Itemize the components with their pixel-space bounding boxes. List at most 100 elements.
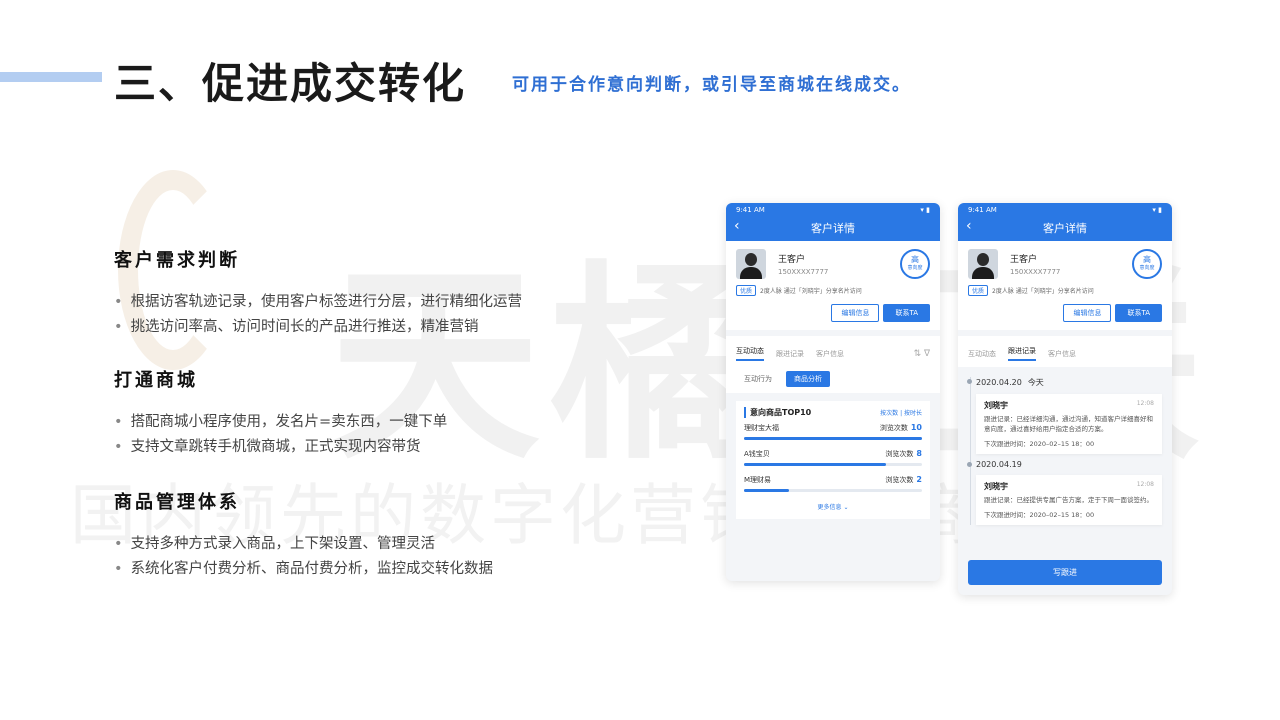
followup-author: 刘晓宇 [984,482,1008,491]
followup-card[interactable]: 刘晓宇 12:08 跟进记录：已经详细沟通，通过沟通，知道客户详细喜好和意向度，… [976,394,1162,454]
customer-card: 王客户 150XXXX7777 高 意向度 优质 2度人脉 通过「刘晓宇」分享名… [958,241,1172,330]
section-title: 客户需求判断 [114,250,240,271]
back-icon[interactable]: ‹ [966,218,972,234]
bullet-item: 系统化客户付费分析、商品付费分析，监控成交转化数据 [114,557,494,582]
bullet-item: 搭配商城小程序使用，发名片=卖东西，一键下单 [114,410,448,435]
contact-button[interactable]: 联系TA [883,304,930,322]
top-products-card: 意向商品TOP10 按次数 | 按时长 理财宝大福 浏览次数 10 A钱宝贝 浏览… [736,401,930,519]
next-followup: 下次跟进时间：2020–02–15 18：00 [984,440,1095,448]
timeline-date-text: 2020.04.19 [976,460,1022,469]
segment-control: 互动行为 商品分析 [726,367,940,393]
top-products-title: 意向商品TOP10 [750,408,812,417]
status-icons: ▾ ▮ [920,206,930,214]
tab-interaction[interactable]: 互动动态 [736,346,764,361]
phone-mockup-product-analysis: 9:41 AM ▾ ▮ ‹ 客户详情 王客户 150XXXX7777 高 意向度… [726,203,940,581]
view-count: 10 [910,423,922,432]
timeline-date: 2020.04.19 [967,460,1162,469]
view-count: 2 [916,475,922,484]
section-product-management: 商品管理体系 支持多种方式录入商品，上下架设置、管理灵活 系统化客户付费分析、商… [114,488,493,582]
tab-followup[interactable]: 跟进记录 [1008,346,1036,361]
count-label: 浏览次数 [885,450,914,458]
avatar [968,249,998,279]
section-title: 打通商城 [114,370,198,391]
count-label: 浏览次数 [885,476,914,484]
today-label: 今天 [1027,378,1044,387]
write-followup-button[interactable]: 写跟进 [968,560,1162,585]
section-customer-demand: 客户需求判断 根据访客轨迹记录，使用客户标签进行分层，进行精细化运营 挑选访问率… [114,246,522,340]
followup-timeline: 2020.04.20 今天 刘晓宇 12:08 跟进记录：已经详细沟通，通过沟通，… [958,367,1172,525]
followup-author: 刘晓宇 [984,401,1008,410]
tab-customer-info[interactable]: 客户信息 [816,349,844,359]
product-name: M理财易 [744,476,772,484]
nav-title: 客户详情 [1043,222,1087,235]
phone-mockup-followup: 9:41 AM ▾ ▮ ‹ 客户详情 王客户 150XXXX7777 高 意向度… [958,203,1172,595]
view-count: 8 [916,449,922,458]
customer-phone: 150XXXX7777 [1010,268,1061,276]
edit-info-button[interactable]: 编辑信息 [1063,304,1112,322]
page-title: 三、促进成交转化 [114,59,467,108]
intent-level-label: 意向度 [907,265,923,271]
more-info-link[interactable]: 更多信息 ⌄ [744,496,922,513]
intent-level: 高 [911,255,919,264]
customer-tag: 优质 [736,285,757,296]
status-icons: ▾ ▮ [1152,206,1162,214]
product-row[interactable]: 理财宝大福 浏览次数 10 [744,418,922,444]
customer-name: 王客户 [778,255,806,265]
followup-text: 跟进记录：已经提供专属广告方案，定于下周一面谈签约。 [984,496,1153,504]
followup-time: 12:08 [1136,481,1154,488]
customer-phone: 150XXXX7777 [778,268,829,276]
product-row[interactable]: A钱宝贝 浏览次数 8 [744,444,922,470]
product-name: A钱宝贝 [744,450,770,458]
customer-card: 王客户 150XXXX7777 高 意向度 优质 2度人脉 通过「刘晓宇」分享名… [726,241,940,330]
bullet-list: 支持多种方式录入商品，上下架设置、管理灵活 系统化客户付费分析、商品付费分析，监… [114,532,494,582]
contact-button[interactable]: 联系TA [1115,304,1162,322]
view-bar [744,489,789,492]
tab-interaction[interactable]: 互动动态 [968,349,996,359]
timeline-date-text: 2020.04.20 [976,378,1022,387]
customer-source: 2度人脉 通过「刘晓宇」分享名片访问 [760,288,862,295]
title-accent-bar [0,72,102,82]
bullet-item: 根据访客轨迹记录，使用客户标签进行分层，进行精细化运营 [114,290,523,315]
bullet-list: 搭配商城小程序使用，发名片=卖东西，一键下单 支持文章跳转手机微商城，正式实现内… [114,410,448,460]
detail-tabs: 互动动态 跟进记录 客户信息 [958,336,1172,367]
tab-customer-info[interactable]: 客户信息 [1048,349,1076,359]
tab-followup[interactable]: 跟进记录 [776,349,804,359]
edit-info-button[interactable]: 编辑信息 [831,304,880,322]
view-bar [744,437,922,440]
next-followup: 下次跟进时间：2020–02–15 18：00 [984,511,1095,519]
bullet-list: 根据访客轨迹记录，使用客户标签进行分层，进行精细化运营 挑选访问率高、访问时间长… [114,290,523,340]
status-bar: 9:41 AM ▾ ▮ [726,203,940,215]
status-time: 9:41 AM [736,206,765,214]
intent-level-badge: 高 意向度 [1132,249,1162,279]
nav-bar: ‹ 客户详情 [726,215,940,241]
status-bar: 9:41 AM ▾ ▮ [958,203,1172,215]
segment-behavior[interactable]: 互动行为 [736,371,780,387]
nav-title: 客户详情 [811,222,855,235]
intent-level: 高 [1143,255,1151,264]
avatar [736,249,766,279]
sort-toggle[interactable]: 按次数 | 按时长 [880,408,922,417]
count-label: 浏览次数 [879,424,908,432]
page-subtitle: 可用于合作意向判断，或引导至商城在线成交。 [512,75,911,95]
customer-name: 王客户 [1010,255,1038,265]
detail-tabs: 互动动态 跟进记录 客户信息 ⇅ ∇ [726,336,940,367]
view-bar [744,463,887,466]
status-time: 9:41 AM [968,206,997,214]
customer-source: 2度人脉 通过「刘晓宇」分享名片访问 [992,288,1094,295]
timeline-date: 2020.04.20 今天 [967,377,1162,388]
intent-level-badge: 高 意向度 [900,249,930,279]
product-row[interactable]: M理财易 浏览次数 2 [744,470,922,496]
product-name: 理财宝大福 [744,424,779,432]
section-title: 商品管理体系 [114,492,240,513]
back-icon[interactable]: ‹ [734,218,740,234]
bullet-item: 支持多种方式录入商品，上下架设置、管理灵活 [114,532,493,557]
sort-filter-icon[interactable]: ⇅ ∇ [914,349,930,359]
followup-time: 12:08 [1136,400,1154,407]
followup-card[interactable]: 刘晓宇 12:08 跟进记录：已经提供专属广告方案，定于下周一面谈签约。 下次跟… [976,475,1162,525]
intent-level-label: 意向度 [1139,265,1155,271]
segment-product-analysis[interactable]: 商品分析 [786,371,830,387]
followup-text: 跟进记录：已经详细沟通，通过沟通，知道客户详细喜好和意向度，通过喜好给用户指定合… [984,415,1153,433]
section-mall: 打通商城 搭配商城小程序使用，发名片=卖东西，一键下单 支持文章跳转手机微商城，… [114,366,447,460]
timeline-line [970,377,971,525]
nav-bar: ‹ 客户详情 [958,215,1172,241]
